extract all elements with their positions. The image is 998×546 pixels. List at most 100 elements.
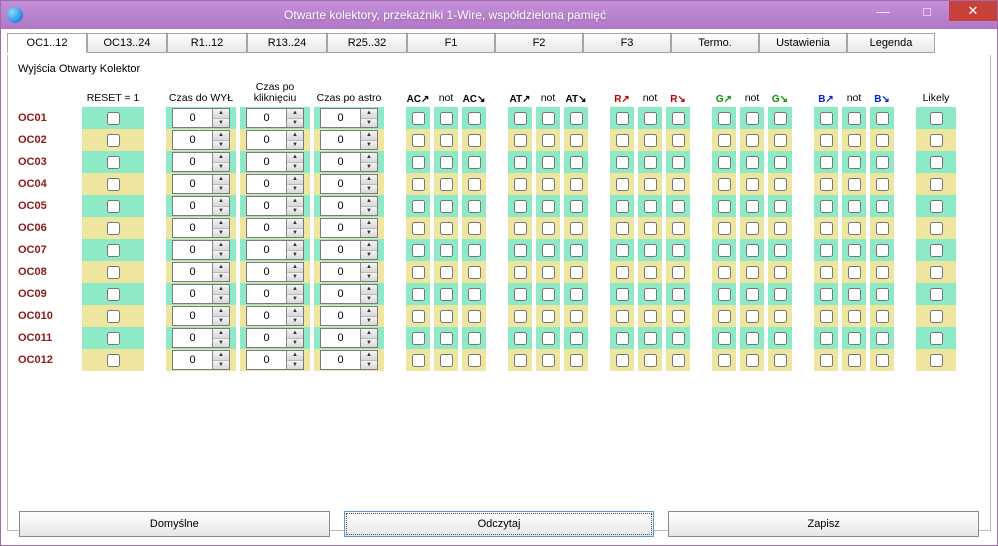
flag-checkbox[interactable] xyxy=(468,332,481,345)
flag-checkbox[interactable] xyxy=(468,178,481,191)
spin-up-icon[interactable]: ▲ xyxy=(213,307,229,317)
flag-checkbox[interactable] xyxy=(514,266,527,279)
reset-checkbox[interactable] xyxy=(107,134,120,147)
flag-checkbox[interactable] xyxy=(514,222,527,235)
flag-checkbox[interactable] xyxy=(746,156,759,169)
time-spinner[interactable]: 0▲▼ xyxy=(246,152,304,172)
flag-checkbox[interactable] xyxy=(672,354,685,367)
flag-checkbox[interactable] xyxy=(876,112,889,125)
reset-checkbox[interactable] xyxy=(107,332,120,345)
time-spinner[interactable]: 0▲▼ xyxy=(246,196,304,216)
spin-down-icon[interactable]: ▼ xyxy=(287,229,303,238)
spin-down-icon[interactable]: ▼ xyxy=(287,295,303,304)
flag-checkbox[interactable] xyxy=(672,112,685,125)
flag-checkbox[interactable] xyxy=(774,266,787,279)
flag-checkbox[interactable] xyxy=(412,310,425,323)
flag-checkbox[interactable] xyxy=(570,112,583,125)
flag-checkbox[interactable] xyxy=(718,134,731,147)
time-spinner[interactable]: 0▲▼ xyxy=(172,218,230,238)
flag-checkbox[interactable] xyxy=(848,134,861,147)
tab-termo[interactable]: Termo. xyxy=(671,33,759,53)
spin-down-icon[interactable]: ▼ xyxy=(361,361,377,370)
flag-checkbox[interactable] xyxy=(876,200,889,213)
flag-checkbox[interactable] xyxy=(440,310,453,323)
time-spinner[interactable]: 0▲▼ xyxy=(246,130,304,150)
flag-checkbox[interactable] xyxy=(468,244,481,257)
flag-checkbox[interactable] xyxy=(644,222,657,235)
flag-checkbox[interactable] xyxy=(820,354,833,367)
time-spinner[interactable]: 0▲▼ xyxy=(172,152,230,172)
flag-checkbox[interactable] xyxy=(746,266,759,279)
spin-down-icon[interactable]: ▼ xyxy=(213,317,229,326)
spin-up-icon[interactable]: ▲ xyxy=(361,351,377,361)
flag-checkbox[interactable] xyxy=(774,200,787,213)
flag-checkbox[interactable] xyxy=(440,354,453,367)
flag-checkbox[interactable] xyxy=(412,178,425,191)
flag-checkbox[interactable] xyxy=(616,288,629,301)
spin-down-icon[interactable]: ▼ xyxy=(287,141,303,150)
likely-checkbox[interactable] xyxy=(930,266,943,279)
flag-checkbox[interactable] xyxy=(514,310,527,323)
spin-up-icon[interactable]: ▲ xyxy=(287,109,303,119)
time-spinner[interactable]: 0▲▼ xyxy=(246,350,304,370)
time-spinner[interactable]: 0▲▼ xyxy=(172,306,230,326)
spin-up-icon[interactable]: ▲ xyxy=(213,263,229,273)
spin-down-icon[interactable]: ▼ xyxy=(213,339,229,348)
spin-up-icon[interactable]: ▲ xyxy=(213,241,229,251)
flag-checkbox[interactable] xyxy=(718,222,731,235)
flag-checkbox[interactable] xyxy=(774,310,787,323)
flag-checkbox[interactable] xyxy=(542,134,555,147)
spin-down-icon[interactable]: ▼ xyxy=(287,317,303,326)
flag-checkbox[interactable] xyxy=(514,354,527,367)
flag-checkbox[interactable] xyxy=(644,112,657,125)
flag-checkbox[interactable] xyxy=(774,134,787,147)
flag-checkbox[interactable] xyxy=(542,244,555,257)
flag-checkbox[interactable] xyxy=(718,244,731,257)
flag-checkbox[interactable] xyxy=(672,288,685,301)
flag-checkbox[interactable] xyxy=(718,310,731,323)
spin-up-icon[interactable]: ▲ xyxy=(213,329,229,339)
flag-checkbox[interactable] xyxy=(774,288,787,301)
flag-checkbox[interactable] xyxy=(848,332,861,345)
flag-checkbox[interactable] xyxy=(468,288,481,301)
spin-up-icon[interactable]: ▲ xyxy=(213,109,229,119)
flag-checkbox[interactable] xyxy=(542,112,555,125)
spin-up-icon[interactable]: ▲ xyxy=(287,307,303,317)
flag-checkbox[interactable] xyxy=(570,134,583,147)
tab-f2[interactable]: F2 xyxy=(495,33,583,53)
flag-checkbox[interactable] xyxy=(848,244,861,257)
time-spinner[interactable]: 0▲▼ xyxy=(172,284,230,304)
flag-checkbox[interactable] xyxy=(746,200,759,213)
flag-checkbox[interactable] xyxy=(616,112,629,125)
flag-checkbox[interactable] xyxy=(644,134,657,147)
flag-checkbox[interactable] xyxy=(876,178,889,191)
tab-r112[interactable]: R1..12 xyxy=(167,33,247,53)
spin-up-icon[interactable]: ▲ xyxy=(213,153,229,163)
spin-up-icon[interactable]: ▲ xyxy=(361,285,377,295)
flag-checkbox[interactable] xyxy=(440,222,453,235)
flag-checkbox[interactable] xyxy=(514,178,527,191)
time-spinner[interactable]: 0▲▼ xyxy=(246,174,304,194)
flag-checkbox[interactable] xyxy=(644,200,657,213)
flag-checkbox[interactable] xyxy=(774,332,787,345)
flag-checkbox[interactable] xyxy=(848,178,861,191)
flag-checkbox[interactable] xyxy=(644,178,657,191)
flag-checkbox[interactable] xyxy=(412,112,425,125)
flag-checkbox[interactable] xyxy=(746,222,759,235)
flag-checkbox[interactable] xyxy=(718,332,731,345)
flag-checkbox[interactable] xyxy=(774,112,787,125)
likely-checkbox[interactable] xyxy=(930,200,943,213)
likely-checkbox[interactable] xyxy=(930,178,943,191)
flag-checkbox[interactable] xyxy=(542,222,555,235)
flag-checkbox[interactable] xyxy=(746,310,759,323)
flag-checkbox[interactable] xyxy=(514,200,527,213)
time-spinner[interactable]: 0▲▼ xyxy=(320,328,378,348)
spin-down-icon[interactable]: ▼ xyxy=(361,339,377,348)
flag-checkbox[interactable] xyxy=(440,200,453,213)
likely-checkbox[interactable] xyxy=(930,332,943,345)
time-spinner[interactable]: 0▲▼ xyxy=(172,108,230,128)
flag-checkbox[interactable] xyxy=(542,288,555,301)
spin-down-icon[interactable]: ▼ xyxy=(361,119,377,128)
flag-checkbox[interactable] xyxy=(876,266,889,279)
spin-up-icon[interactable]: ▲ xyxy=(361,329,377,339)
